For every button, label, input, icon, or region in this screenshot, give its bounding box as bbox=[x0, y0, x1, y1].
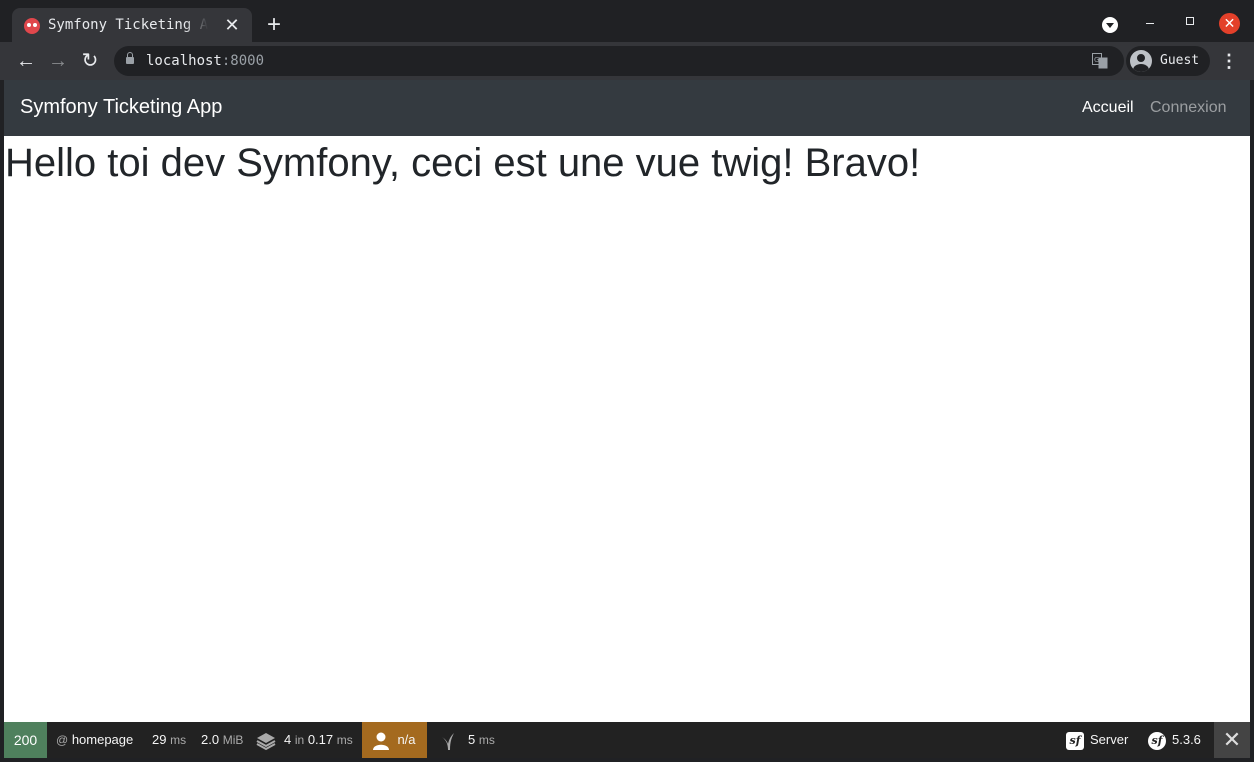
nav-link-connexion[interactable]: Connexion bbox=[1150, 99, 1227, 117]
route-panel[interactable]: @ homepage bbox=[56, 722, 133, 758]
minimize-button[interactable] bbox=[1140, 12, 1160, 32]
address-bar[interactable]: localhost:8000 G bbox=[114, 46, 1124, 76]
route-prefix: @ bbox=[56, 733, 69, 747]
time-unit: ms bbox=[170, 733, 187, 747]
templates-count: 4 bbox=[284, 732, 292, 747]
twig-icon bbox=[442, 732, 454, 750]
memory-unit: MiB bbox=[222, 733, 244, 747]
url-text: localhost:8000 bbox=[146, 53, 264, 69]
window-close-button[interactable]: ✕ bbox=[1219, 13, 1240, 34]
forward-button[interactable]: → bbox=[45, 48, 71, 74]
browser-tab[interactable]: Symfony Ticketing App ✕ bbox=[12, 8, 252, 42]
profile-name: Guest bbox=[1160, 53, 1200, 68]
templates-panel[interactable]: 4 in 0.17 ms bbox=[256, 722, 353, 758]
server-label: Server bbox=[1090, 732, 1129, 747]
navbar-brand[interactable]: Symfony Ticketing App bbox=[20, 96, 222, 119]
toolbar-close-icon[interactable]: ✕ bbox=[1214, 722, 1250, 758]
back-button[interactable]: ← bbox=[13, 48, 39, 74]
security-panel[interactable]: n/a bbox=[362, 722, 427, 758]
symfony-favicon-icon bbox=[24, 18, 40, 34]
tab-close-icon[interactable]: ✕ bbox=[222, 15, 242, 35]
route-name: homepage bbox=[71, 732, 134, 747]
server-panel[interactable]: sf Server bbox=[1066, 722, 1128, 758]
maximize-button[interactable] bbox=[1180, 12, 1200, 32]
twig-panel[interactable]: 5 ms bbox=[440, 722, 495, 758]
guest-avatar-icon bbox=[1130, 50, 1152, 72]
twig-value: 5 bbox=[468, 732, 476, 747]
symfony-version: 5.3.6 bbox=[1172, 732, 1201, 747]
memory-value: 2.0 bbox=[201, 732, 220, 747]
time-value: 29 bbox=[152, 732, 167, 747]
page-viewport: Symfony Ticketing App Accueil Connexion … bbox=[4, 80, 1250, 722]
browser-menu-icon[interactable]: ⋮ bbox=[1216, 48, 1242, 74]
url-host: localhost bbox=[146, 53, 222, 69]
browser-window: Symfony Ticketing App ✕ + ✕ ← → ↻ localh… bbox=[0, 0, 1254, 762]
memory-panel[interactable]: 2.0 MiB bbox=[201, 722, 243, 758]
tab-title: Symfony Ticketing App bbox=[48, 17, 208, 33]
tab-search-icon[interactable] bbox=[1102, 17, 1118, 33]
twig-unit: ms bbox=[478, 733, 495, 747]
user-icon bbox=[373, 732, 390, 750]
translate-icon[interactable]: G bbox=[1092, 53, 1108, 69]
templates-in: in bbox=[294, 733, 305, 747]
symfony-version-panel[interactable]: sf 5.3.6 bbox=[1148, 722, 1201, 758]
layers-icon bbox=[256, 732, 276, 750]
symfony-logo-icon: sf bbox=[1148, 731, 1166, 750]
templates-time: 0.17 bbox=[307, 732, 334, 747]
browser-toolbar: ← → ↻ localhost:8000 G Guest ⋮ bbox=[0, 42, 1254, 80]
status-code-badge[interactable]: 200 bbox=[4, 722, 47, 758]
app-navbar: Symfony Ticketing App Accueil Connexion bbox=[4, 80, 1250, 136]
symfony-server-icon: sf bbox=[1066, 731, 1084, 750]
svg-text:G: G bbox=[1094, 56, 1099, 64]
profile-button[interactable]: Guest bbox=[1126, 46, 1210, 76]
tab-strip: Symfony Ticketing App ✕ + ✕ bbox=[0, 0, 1254, 42]
lock-icon bbox=[126, 52, 134, 64]
reload-button[interactable]: ↻ bbox=[77, 48, 103, 74]
symfony-debug-toolbar: 200 @ homepage 29 ms 2.0 MiB 4 in 0.17 m… bbox=[4, 722, 1250, 758]
nav-link-accueil[interactable]: Accueil bbox=[1082, 99, 1134, 117]
page-heading: Hello toi dev Symfony, ceci est une vue … bbox=[5, 141, 921, 185]
templates-unit: ms bbox=[336, 733, 353, 747]
time-panel[interactable]: 29 ms bbox=[152, 722, 186, 758]
new-tab-button[interactable]: + bbox=[262, 13, 286, 37]
user-value: n/a bbox=[397, 732, 416, 747]
url-port: :8000 bbox=[221, 53, 265, 69]
